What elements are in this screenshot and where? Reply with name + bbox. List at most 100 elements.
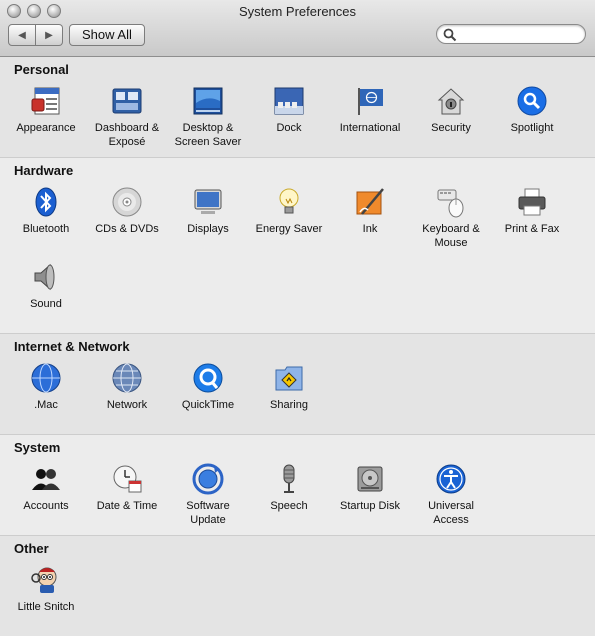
search-field[interactable] — [436, 24, 586, 44]
pref-label: Bluetooth — [22, 223, 70, 235]
pref-label: Displays — [187, 223, 229, 235]
pref-label: Appearance — [16, 122, 76, 134]
dashboard-icon — [112, 88, 142, 114]
pref-ink[interactable]: Ink — [330, 186, 410, 236]
pref-dotmac[interactable]: .Mac — [6, 362, 86, 412]
spotlight-icon — [517, 86, 547, 116]
printer-icon — [518, 188, 546, 216]
section-title: Other — [14, 541, 49, 556]
universal-access-icon — [436, 464, 466, 494]
microphone-icon — [283, 464, 295, 493]
section-internet-network: Internet & Network .Mac Network QuickTim… — [0, 333, 595, 434]
pref-label: CDs & DVDs — [95, 223, 159, 235]
section-other: Other Little Snitch — [0, 535, 595, 636]
pref-spotlight[interactable]: Spotlight — [492, 85, 572, 135]
pref-network[interactable]: Network — [87, 362, 167, 412]
forward-button[interactable]: ▶ — [36, 24, 63, 46]
pref-label: Spotlight — [510, 122, 554, 134]
globe-icon — [31, 363, 61, 393]
pref-startup-disk[interactable]: Startup Disk — [330, 463, 410, 513]
pref-label: Keyboard & Mouse — [422, 223, 480, 249]
hard-disk-icon — [357, 466, 383, 492]
pref-bluetooth[interactable]: Bluetooth — [6, 186, 86, 236]
appearance-icon — [31, 87, 60, 115]
pref-label: Sound — [30, 298, 62, 310]
pref-label: Speech — [270, 500, 308, 512]
section-title: Internet & Network — [14, 339, 130, 354]
section-title: Personal — [14, 62, 69, 77]
pref-label: .Mac — [34, 399, 58, 411]
disc-icon — [112, 187, 142, 217]
pref-label: Ink — [362, 223, 378, 235]
back-arrow-icon: ◀ — [18, 29, 26, 41]
pref-label: Energy Saver — [255, 223, 323, 235]
lightbulb-icon — [279, 188, 299, 214]
house-lock-icon — [437, 88, 465, 115]
pref-date-time[interactable]: Date & Time — [87, 463, 167, 513]
pref-label: Security — [431, 122, 471, 134]
section-title: Hardware — [14, 163, 74, 178]
pref-label: International — [339, 122, 401, 134]
sharing-folder-icon — [275, 366, 303, 391]
pref-label: Date & Time — [96, 500, 158, 512]
pref-displays[interactable]: Displays — [168, 186, 248, 236]
pref-label: Desktop & Screen Saver — [174, 122, 242, 148]
pref-universal-access[interactable]: Universal Access — [411, 463, 491, 527]
pref-label: Print & Fax — [504, 223, 560, 235]
pref-desktop-screen-saver[interactable]: Desktop & Screen Saver — [168, 85, 248, 149]
pref-dashboard-expose[interactable]: Dashboard & Exposé — [87, 85, 167, 149]
pref-accounts[interactable]: Accounts — [6, 463, 86, 513]
bluetooth-icon — [35, 187, 57, 217]
back-forward-group: ◀ ▶ — [8, 24, 63, 46]
pref-label: Software Update — [186, 500, 230, 526]
pref-label: Universal Access — [428, 500, 474, 526]
pref-quicktime[interactable]: QuickTime — [168, 362, 248, 412]
pref-software-update[interactable]: Software Update — [168, 463, 248, 527]
section-title: System — [14, 440, 61, 455]
little-snitch-icon — [31, 567, 57, 593]
network-icon — [112, 363, 142, 393]
clock-icon — [113, 465, 142, 493]
pref-sound[interactable]: Sound — [6, 261, 86, 311]
pref-international[interactable]: International — [330, 85, 410, 135]
ink-icon — [356, 188, 384, 215]
pref-appearance[interactable]: Appearance — [6, 85, 86, 135]
search-input[interactable] — [459, 27, 581, 43]
keyboard-mouse-icon — [437, 189, 464, 218]
forward-arrow-icon: ▶ — [45, 29, 53, 41]
section-personal: Personal Appearance Dashboard & Exposé D… — [0, 57, 595, 157]
window-title: System Preferences — [238, 4, 357, 19]
dock-icon — [274, 87, 304, 115]
pref-dock[interactable]: Dock — [249, 85, 329, 135]
pref-label: Dashboard & Exposé — [94, 122, 160, 148]
flag-icon — [358, 88, 383, 115]
pref-label: Startup Disk — [340, 500, 400, 512]
pref-label: Little Snitch — [17, 601, 75, 613]
section-hardware: Hardware Bluetooth CDs & DVDs Displays E… — [0, 157, 595, 332]
pref-label: Network — [106, 399, 148, 411]
pref-keyboard-mouse[interactable]: Keyboard & Mouse — [411, 186, 491, 250]
section-system: System Accounts Date & Time Software Upd… — [0, 434, 595, 535]
pref-sharing[interactable]: Sharing — [249, 362, 329, 412]
pref-security[interactable]: Security — [411, 85, 491, 135]
quicktime-icon — [193, 363, 223, 393]
speaker-icon — [34, 263, 55, 291]
desktop-icon — [193, 87, 223, 115]
pref-label: QuickTime — [181, 399, 235, 411]
pref-little-snitch[interactable]: Little Snitch — [6, 564, 86, 614]
accounts-icon — [32, 469, 60, 490]
pref-energy-saver[interactable]: Energy Saver — [249, 186, 329, 236]
show-all-button[interactable]: Show All — [69, 24, 145, 46]
software-update-icon — [192, 463, 224, 495]
pref-print-fax[interactable]: Print & Fax — [492, 186, 572, 236]
pref-label: Sharing — [270, 399, 308, 411]
title-bar: System Preferences ◀ ▶ Show All — [0, 0, 595, 57]
display-icon — [194, 189, 222, 214]
pref-cds-dvds[interactable]: CDs & DVDs — [87, 186, 167, 236]
pref-speech[interactable]: Speech — [249, 463, 329, 513]
pref-label: Accounts — [23, 500, 69, 512]
system-preferences-window: System Preferences ◀ ▶ Show All Personal — [0, 0, 595, 636]
back-button[interactable]: ◀ — [8, 24, 36, 46]
search-icon — [443, 28, 457, 42]
pref-label: Dock — [276, 122, 302, 134]
